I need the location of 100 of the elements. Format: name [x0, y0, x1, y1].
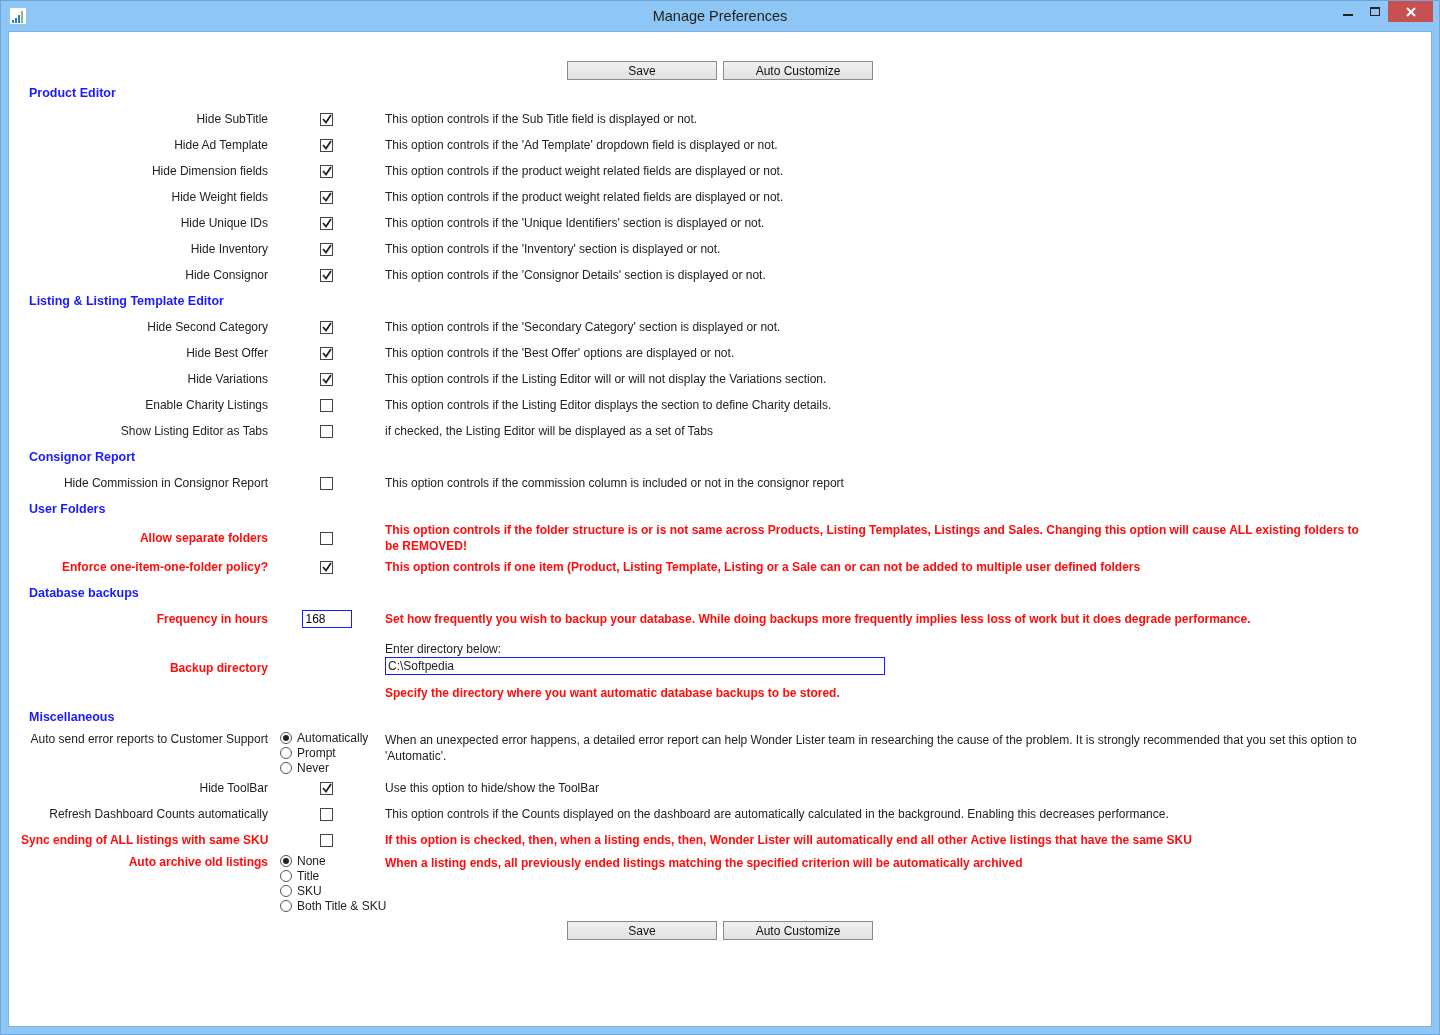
radio-option[interactable]: Automatically [280, 730, 369, 745]
radio-label: SKU [297, 883, 322, 898]
directory-field[interactable]: C:\Softpedia [385, 657, 885, 675]
checkbox[interactable] [320, 138, 333, 152]
auto-customize-button[interactable]: Auto Customize [723, 921, 873, 940]
checkmark-icon [321, 783, 332, 793]
option-label: Hide Commission in Consignor Report [62, 476, 268, 490]
radio-button[interactable] [280, 884, 292, 897]
bar-chart-icon [10, 8, 26, 24]
option-description: This option controls if the 'Secondary Category' section is displayed or not. [385, 320, 781, 334]
option-label: Hide Dimension fields [150, 164, 268, 178]
option-description: This option controls if the folder structure is or is not same across Products, Listing Templates, Listings and Sales. Changing this option will cause ALL existing folders to be REMOVED! [385, 523, 1359, 553]
checkbox[interactable] [320, 164, 333, 178]
radio-option[interactable]: Title [280, 868, 387, 883]
checkbox[interactable] [320, 242, 333, 256]
option-description: This option controls if the 'Ad Template' dropdown field is displayed or not. [385, 138, 778, 152]
checkbox[interactable] [320, 560, 333, 574]
option-description: This option controls if one item (Product, Listing Template, Listing or a Sale can or can not be added to multiple user defined folders [385, 560, 1141, 574]
radio-label: Automatically [297, 730, 369, 745]
checkbox[interactable] [320, 531, 333, 545]
section-heading: Miscellaneous [28, 709, 116, 726]
option-description: This option controls if the product weight related fields are displayed or not. [385, 190, 784, 204]
close-icon [1405, 6, 1416, 17]
radio-button[interactable] [280, 731, 292, 744]
option-description: This option controls if the Counts displayed on the dashboard are automatically calculated in the background. Enabling this decreases performance. [385, 807, 1169, 821]
checkbox[interactable] [320, 398, 333, 412]
checkbox[interactable] [320, 320, 333, 334]
option-label: Show Listing Editor as Tabs [119, 424, 268, 438]
option-label: Frequency in hours [155, 612, 268, 626]
checkbox[interactable] [320, 424, 333, 438]
option-label: Refresh Dashboard Counts automatically [48, 807, 268, 821]
option-label: Hide Variations [186, 372, 268, 386]
checkmark-icon [321, 114, 332, 124]
checkmark-icon [321, 348, 332, 358]
frequency-field[interactable]: 168 [301, 610, 352, 628]
option-label: Hide Unique IDs [179, 216, 268, 230]
section-heading: Consignor Report [28, 449, 137, 466]
checkbox[interactable] [320, 346, 333, 360]
option-label: Hide Inventory [189, 242, 268, 256]
radio-label: None [297, 853, 326, 868]
option-description: This option controls if the 'Inventory' section is displayed or not. [385, 242, 721, 256]
option-label: Hide Best Offer [185, 346, 268, 360]
option-label: Sync ending of ALL listings with same SKU [21, 833, 268, 847]
window-title: Manage Preferences [652, 8, 788, 24]
radio-button[interactable] [280, 899, 292, 912]
close-button[interactable] [1388, 1, 1433, 22]
checkbox[interactable] [320, 216, 333, 230]
radio-button[interactable] [280, 746, 292, 759]
checkbox[interactable] [320, 833, 333, 847]
section-heading: Product Editor [28, 85, 117, 102]
option-label: Hide SubTitle [195, 112, 268, 126]
radio-option[interactable]: Both Title & SKU [280, 898, 387, 913]
save-button[interactable]: Save [567, 61, 717, 80]
field-caption: Enter directory below: [385, 641, 503, 657]
option-description: This option controls if the 'Consignor Details' section is displayed or not. [385, 268, 766, 282]
option-description: if checked, the Listing Editor will be displayed as a set of Tabs [385, 424, 713, 438]
option-description: Set how frequently you wish to backup your database. While doing backups more frequently implies less loss of work but it does degrade performance. [385, 612, 1251, 626]
option-description: This option controls if the product weight related fields are displayed or not. [385, 164, 784, 178]
radio-option[interactable]: SKU [280, 883, 387, 898]
option-description: When an unexpected error happens, a detailed error report can help Wonder Lister team in researching the cause of the problem. It is strongly recommended that you set this option to 'Automatic'. [385, 733, 1357, 763]
maximize-icon [1369, 6, 1380, 17]
minimize-icon [1342, 13, 1353, 16]
radio-button[interactable] [280, 869, 292, 882]
option-label: Allow separate folders [138, 531, 268, 545]
checkbox[interactable] [320, 372, 333, 386]
option-description: This option controls if the 'Best Offer' options are displayed or not. [385, 346, 735, 360]
save-button[interactable]: Save [567, 921, 717, 940]
option-description: When a listing ends, all previously ended listings matching the specified criterion will be automatically archived [385, 856, 1023, 870]
checkmark-icon [321, 322, 332, 332]
radio-label: Title [297, 868, 320, 883]
option-description: This option controls if the Listing Editor will or will not display the Variations section. [385, 372, 827, 386]
checkmark-icon [321, 244, 332, 254]
checkbox[interactable] [320, 807, 333, 821]
radio-button[interactable] [280, 761, 292, 774]
checkbox[interactable] [320, 781, 333, 795]
option-label: Auto send error reports to Customer Support [29, 731, 268, 746]
radio-label: Never [297, 760, 329, 775]
option-description: If this option is checked, then, when a listing ends, then, Wonder Lister will automatically end all other Active listings that have the same SKU [385, 833, 1192, 847]
option-label: Backup directory [168, 661, 268, 675]
option-description: Use this option to hide/show the ToolBar [385, 781, 599, 795]
option-label: Hide Consignor [184, 268, 268, 282]
checkmark-icon [321, 166, 332, 176]
checkmark-icon [321, 562, 332, 572]
option-label: Enable Charity Listings [144, 398, 268, 412]
radio-option[interactable]: Never [280, 760, 369, 775]
option-label: Hide ToolBar [198, 781, 268, 795]
checkbox[interactable] [320, 190, 333, 204]
option-label: Hide Second Category [146, 320, 268, 334]
section-heading: Database backups [28, 585, 140, 602]
auto-customize-button[interactable]: Auto Customize [723, 61, 873, 80]
option-description: This option controls if the Sub Title field is displayed or not. [385, 112, 698, 126]
checkbox[interactable] [320, 268, 333, 282]
checkbox[interactable] [320, 476, 333, 490]
checkmark-icon [321, 218, 332, 228]
section-heading: User Folders [28, 501, 107, 518]
radio-option[interactable]: Prompt [280, 745, 369, 760]
radio-button[interactable] [280, 854, 292, 867]
checkbox[interactable] [320, 112, 333, 126]
checkmark-icon [321, 192, 332, 202]
checkmark-icon [321, 140, 332, 150]
